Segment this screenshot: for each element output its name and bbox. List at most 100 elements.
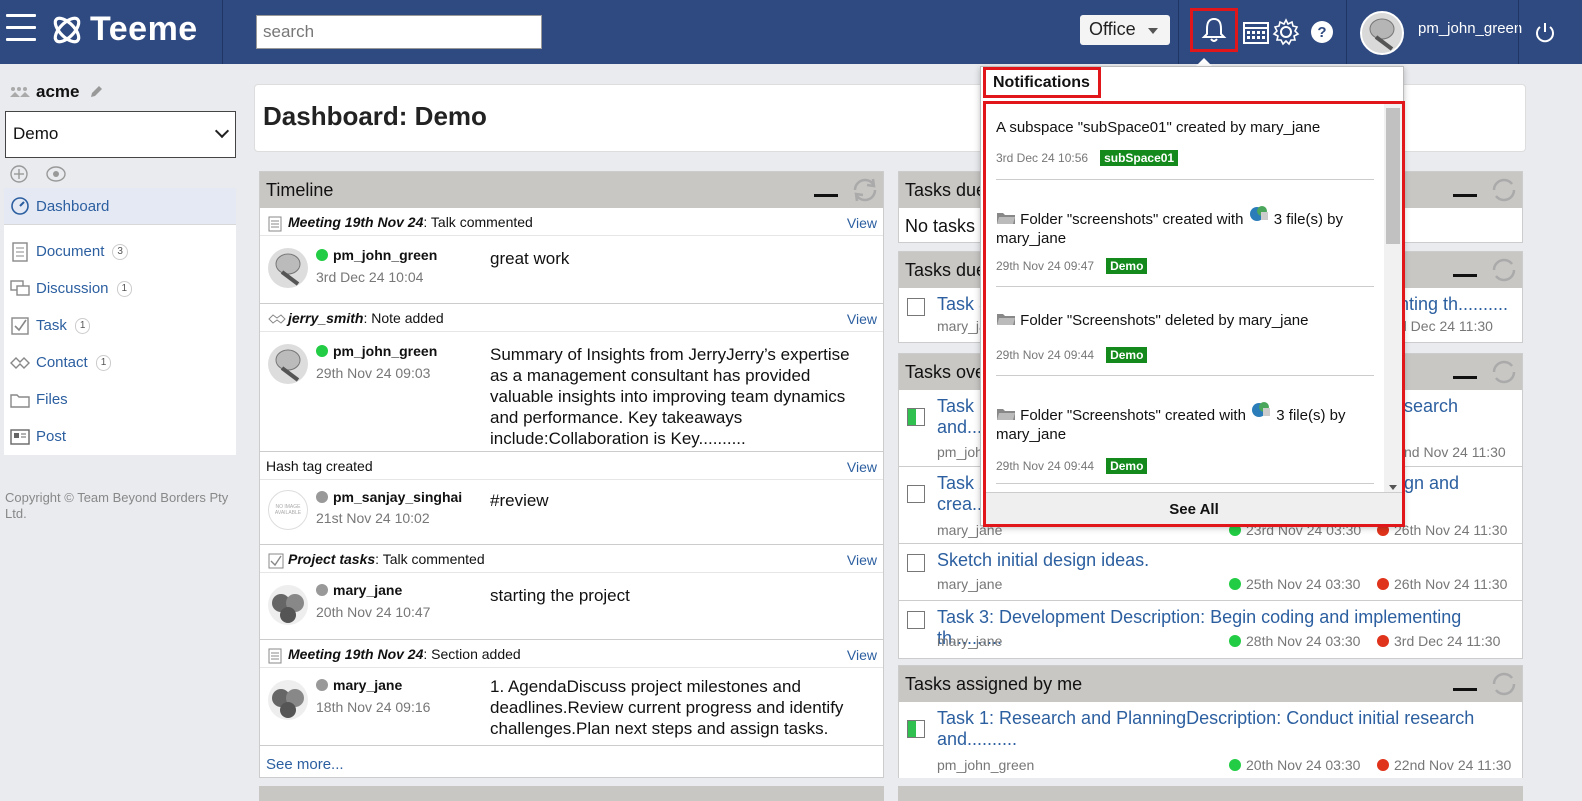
search-input[interactable]	[256, 15, 542, 49]
user-name[interactable]: pm_sanjay_singhai	[333, 489, 462, 505]
task-row: Task 1: Research and PlanningDescription…	[899, 702, 1522, 778]
gear-icon[interactable]	[1272, 18, 1300, 46]
logo[interactable]: Teeme	[50, 10, 198, 49]
space-icon	[10, 87, 30, 97]
sidebar-item-discussion[interactable]: Discussion 1	[4, 270, 236, 307]
timeline-item: jerry_smith: Note added View pm_john_gre…	[260, 304, 883, 452]
office-select[interactable]: Office	[1080, 15, 1170, 45]
sidebar-item-label: Dashboard	[36, 197, 110, 215]
timeline-action: : Section added	[423, 646, 521, 662]
notification-item[interactable]: A subspace "subSpace01" created by mary_…	[996, 104, 1374, 180]
task-checkbox[interactable]	[907, 298, 925, 316]
space-tag[interactable]: Demo	[1106, 347, 1148, 363]
contact-icon	[268, 314, 286, 324]
timeline-user: pm_john_green	[316, 247, 437, 263]
view-link[interactable]: View	[847, 647, 877, 663]
user-name[interactable]: pm_john_green	[333, 247, 437, 263]
notifications-list[interactable]: A subspace "subSpace01" created by mary_…	[983, 101, 1405, 527]
sidebar-item-label: Discussion	[36, 280, 109, 297]
sidebar-item-files[interactable]: Files	[4, 381, 236, 418]
folder-icon	[997, 213, 1015, 224]
notification-item[interactable]: Folder "Screenshots" created with 3 file…	[996, 376, 1374, 484]
view-link[interactable]: View	[847, 459, 877, 475]
task-end-date: 3rd Dec 24 11:30	[1377, 633, 1500, 649]
minimize-icon[interactable]	[1453, 274, 1477, 277]
sidebar-item-task[interactable]: Task 1	[4, 307, 236, 344]
task-progress-checkbox[interactable]	[907, 720, 925, 738]
timeline-source[interactable]: Meeting 19th Nov 24	[288, 646, 423, 662]
timeline-source[interactable]: jerry_smith	[288, 310, 363, 326]
refresh-icon[interactable]	[1489, 358, 1519, 386]
count-badge: 1	[95, 354, 112, 371]
space-tag[interactable]: Demo	[1106, 258, 1148, 274]
minimize-icon[interactable]	[1453, 376, 1477, 379]
username-label[interactable]: pm_john_green	[1418, 20, 1522, 37]
pencil-icon[interactable]	[89, 85, 103, 99]
header-divider	[1518, 0, 1519, 64]
refresh-icon[interactable]	[850, 176, 880, 204]
task-end-date: nd Nov 24 11:30	[1404, 444, 1506, 460]
help-icon[interactable]: ?	[1310, 20, 1334, 44]
space-select[interactable]: Demo	[5, 111, 236, 158]
sidebar-item-dashboard[interactable]: Dashboard	[4, 188, 236, 225]
view-link[interactable]: View	[847, 215, 877, 231]
task-title-tail[interactable]: gn and	[1404, 473, 1459, 494]
task-title[interactable]: Task 1: Research and PlanningDescription…	[937, 708, 1477, 750]
view-link[interactable]: View	[847, 311, 877, 327]
task-title-tail[interactable]: search	[1404, 396, 1458, 417]
files-icon	[1252, 402, 1271, 417]
task-user: pm_john_green	[937, 757, 1035, 773]
minimize-icon[interactable]	[1453, 194, 1477, 197]
timeline-source[interactable]: Project tasks	[288, 551, 375, 567]
space-tag[interactable]: Demo	[1106, 458, 1148, 474]
scrollbar-thumb[interactable]	[1386, 108, 1400, 244]
menu-icon[interactable]	[6, 14, 36, 42]
space-name: acme	[36, 82, 80, 101]
space-tag[interactable]: subSpace01	[1100, 150, 1179, 166]
see-more-link[interactable]: See more...	[266, 756, 344, 773]
timeline-item-title: Hash tag created View	[260, 452, 883, 480]
timeline-action: : Note added	[363, 310, 444, 326]
task-checkbox[interactable]	[907, 485, 925, 503]
refresh-icon[interactable]	[1489, 176, 1519, 204]
task-checkbox[interactable]	[907, 554, 925, 572]
copyright-text: Copyright © Team Beyond Borders Pty Ltd.	[5, 490, 229, 521]
task-title-tail[interactable]: nting th..........	[1399, 294, 1508, 315]
user-name[interactable]: pm_john_green	[333, 343, 437, 359]
sidebar-item-label: Files	[36, 391, 68, 408]
user-name[interactable]: mary_jane	[333, 582, 402, 598]
minimize-icon[interactable]	[814, 194, 838, 197]
add-circle-icon[interactable]	[10, 165, 28, 183]
minimize-icon[interactable]	[1453, 688, 1477, 691]
timeline-item: Project tasks: Talk commented View mary_…	[260, 545, 883, 640]
sidebar-item-document[interactable]: Document 3	[4, 233, 236, 270]
task-icon	[10, 316, 30, 336]
power-icon[interactable]	[1534, 22, 1556, 44]
sidebar-item-post[interactable]: Post	[4, 418, 236, 455]
count-badge: 3	[112, 243, 128, 260]
notifications-button[interactable]	[1190, 8, 1238, 52]
user-name[interactable]: mary_jane	[333, 677, 402, 693]
view-link[interactable]: View	[847, 552, 877, 568]
panel-title: Tasks assigned by me	[905, 674, 1083, 694]
notification-item[interactable]: Folder "screenshots" created with 3 file…	[996, 180, 1374, 287]
notification-meta: 29th Nov 24 09:47 Demo	[996, 258, 1148, 274]
timeline-source[interactable]: Meeting 19th Nov 24	[288, 214, 423, 230]
task-title[interactable]: Sketch initial design ideas.	[937, 550, 1149, 571]
refresh-icon[interactable]	[1489, 256, 1519, 284]
task-checkbox[interactable]	[907, 611, 925, 629]
notifications-scrollbar[interactable]	[1384, 104, 1402, 496]
calendar-icon[interactable]	[1243, 20, 1269, 44]
panel-stub	[259, 786, 884, 801]
refresh-icon[interactable]	[1489, 670, 1519, 698]
task-progress-checkbox[interactable]	[907, 408, 925, 426]
see-all-button[interactable]: See All	[986, 492, 1402, 524]
task-user: mary_jane	[937, 576, 1003, 592]
post-icon	[10, 427, 30, 447]
eye-icon[interactable]	[46, 165, 66, 183]
space-actions	[10, 165, 66, 183]
sidebar-item-contact[interactable]: Contact 1	[4, 344, 236, 381]
avatar[interactable]	[1360, 11, 1404, 55]
notification-item[interactable]: Folder "Screenshots" deleted by mary_jan…	[996, 287, 1374, 376]
scroll-down-arrow-icon[interactable]	[1389, 485, 1397, 490]
